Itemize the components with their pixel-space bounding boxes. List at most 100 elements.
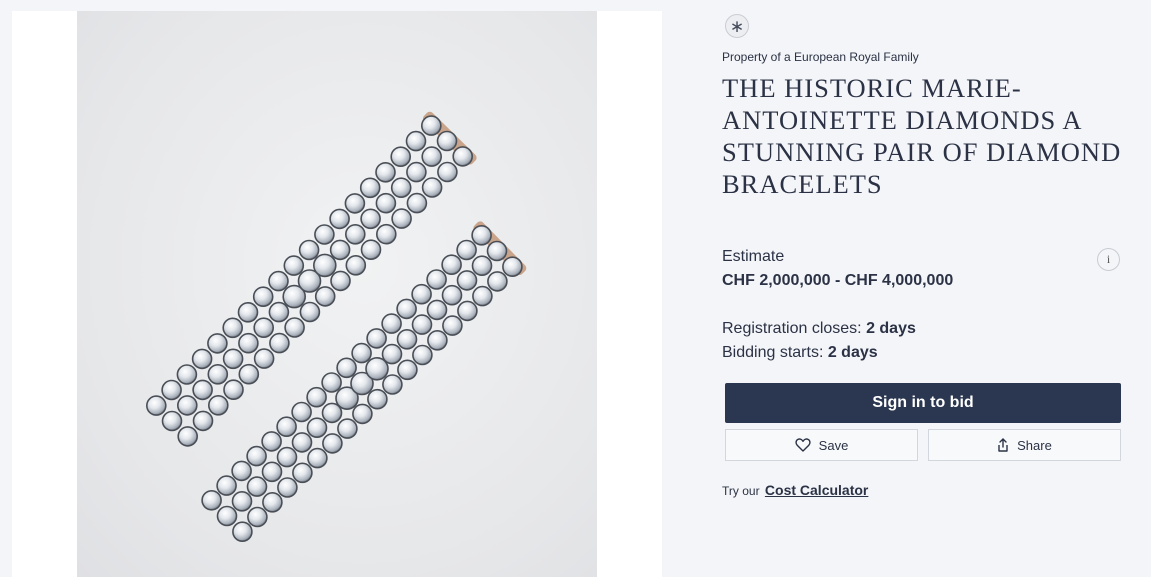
- diamond: [390, 177, 412, 198]
- diamond: [276, 446, 298, 468]
- diamond: [176, 364, 198, 385]
- lot-details: ∗ Property of a European Royal Family TH…: [722, 0, 1122, 577]
- diamond: [201, 489, 222, 511]
- diamond: [283, 255, 305, 276]
- save-label: Save: [818, 437, 849, 453]
- diamond: [146, 395, 167, 416]
- diamond: [441, 284, 463, 306]
- diamond: [366, 328, 387, 349]
- diamond: [313, 253, 337, 278]
- diamond: [292, 462, 313, 484]
- diamond: [406, 192, 428, 214]
- diamond: [427, 329, 448, 351]
- registration-value: 2 days: [866, 320, 916, 337]
- registration-label: Registration closes:: [722, 320, 867, 337]
- diamond: [246, 476, 268, 497]
- calculator-prefix: Try our: [722, 484, 760, 498]
- diamond: [306, 417, 328, 439]
- diamond: [222, 317, 243, 339]
- diamond: [381, 313, 402, 334]
- diamond: [246, 445, 267, 467]
- diamond: [321, 372, 342, 393]
- registration-closes: Registration closes: 2 days: [722, 320, 916, 338]
- diamond: [231, 490, 253, 512]
- diamond: [329, 208, 350, 230]
- diamond: [390, 146, 412, 167]
- diamond: [216, 475, 237, 496]
- diamond: [391, 208, 412, 229]
- diamond: [284, 317, 305, 338]
- diamond: [299, 301, 321, 323]
- diamond: [330, 270, 351, 292]
- diamond: [261, 431, 282, 452]
- diamond: [177, 395, 198, 416]
- diamond: [336, 357, 357, 379]
- lot-image-panel: [12, 11, 662, 577]
- bidding-starts: Bidding starts: 2 days: [722, 344, 878, 362]
- share-button[interactable]: Share: [928, 429, 1121, 461]
- diamond: [426, 299, 448, 321]
- diamond: [405, 130, 427, 152]
- heart-icon: [795, 438, 811, 452]
- lot-photo[interactable]: [77, 11, 597, 577]
- diamond: [351, 342, 372, 364]
- diamond: [238, 363, 260, 385]
- diamond: [442, 315, 463, 336]
- diamond: [307, 447, 328, 469]
- diamond: [344, 193, 366, 214]
- diamond: [452, 146, 474, 167]
- diamond: [276, 416, 297, 438]
- diamond-bracelets-image: [146, 111, 527, 543]
- asterisk-icon: ∗: [725, 14, 749, 38]
- diamond: [177, 426, 198, 447]
- diamond: [486, 240, 508, 262]
- diamond: [238, 332, 259, 354]
- diamond: [192, 410, 214, 432]
- bidding-value: 2 days: [827, 344, 878, 361]
- diamond: [436, 130, 458, 152]
- diamond: [502, 256, 523, 277]
- diamond: [252, 286, 274, 308]
- diamond: [426, 269, 447, 290]
- diamond: [471, 255, 493, 276]
- diamond: [471, 225, 492, 246]
- diamond: [268, 301, 290, 323]
- estimate-label: Estimate: [722, 248, 785, 265]
- diamond: [231, 460, 252, 482]
- diamond: [253, 317, 274, 339]
- diamond: [269, 332, 290, 354]
- sign-in-to-bid-button[interactable]: Sign in to bid: [725, 383, 1121, 423]
- diamond: [207, 333, 228, 354]
- diamond: [344, 224, 366, 245]
- diamond: [421, 177, 443, 198]
- diamond: [291, 401, 312, 423]
- diamond: [359, 177, 381, 199]
- cost-calculator-row: Try our Cost Calculator: [722, 482, 868, 498]
- diamond: [314, 286, 336, 307]
- diamond: [360, 208, 381, 230]
- diamond: [161, 379, 182, 401]
- diamond: [247, 506, 268, 528]
- diamond: [291, 432, 313, 453]
- diamond: [298, 239, 320, 261]
- estimate-value: CHF 2,000,000 - CHF 4,000,000: [722, 272, 954, 289]
- diamond: [375, 162, 396, 183]
- cost-calculator-link[interactable]: Cost Calculator: [765, 482, 868, 498]
- save-button[interactable]: Save: [725, 429, 918, 461]
- diamond: [420, 115, 442, 136]
- diamond: [456, 270, 478, 291]
- diamond: [314, 224, 335, 245]
- diamond: [421, 146, 443, 167]
- diamond: [253, 348, 275, 369]
- info-icon[interactable]: i: [1097, 248, 1120, 271]
- diamond: [411, 314, 433, 335]
- diamond: [345, 255, 367, 276]
- diamond: [457, 300, 478, 322]
- diamond: [396, 328, 418, 350]
- diamond: [396, 298, 417, 320]
- diamond: [223, 379, 244, 401]
- diamond: [216, 505, 238, 527]
- diamond: [375, 223, 397, 245]
- diamond: [352, 403, 373, 425]
- diamond: [191, 348, 213, 370]
